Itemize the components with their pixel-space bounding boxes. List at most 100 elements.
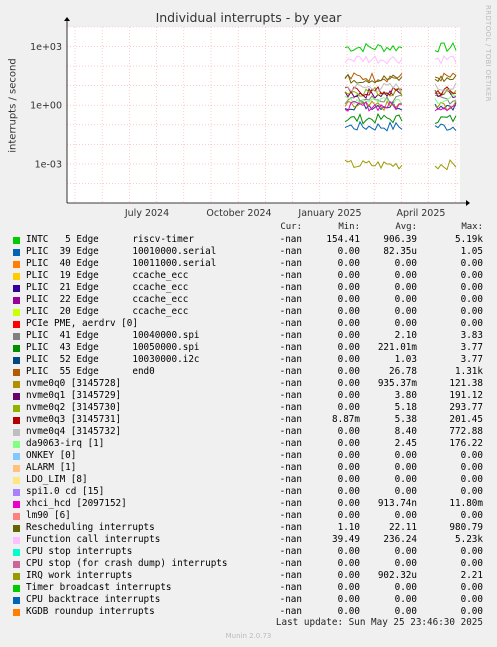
legend-name: PLIC 39 Edge 10010000.serial	[26, 246, 217, 257]
legend-swatch	[13, 429, 20, 436]
legend-swatch	[13, 369, 20, 376]
legend-cur: -nan	[279, 486, 302, 497]
legend-row: ALARM [1] -nan 0.00 0.00 0.00	[0, 462, 497, 474]
legend-min: 0.00	[337, 306, 360, 317]
legend-avg: 8.40	[394, 426, 417, 437]
legend-cur: -nan	[279, 402, 302, 413]
legend-min: 0.00	[337, 558, 360, 569]
legend-max: 2.21	[460, 570, 483, 581]
legend-max: 3.83	[460, 330, 483, 341]
legend-name: PLIC 41 Edge 10040000.spi	[26, 330, 200, 341]
legend-max: 0.00	[460, 462, 483, 473]
legend-avg: 0.00	[394, 558, 417, 569]
legend-row: Function call interrupts -nan 39.49 236.24 5…	[0, 534, 497, 546]
legend-swatch	[13, 345, 20, 352]
legend-row: PLIC 22 Edge ccache_ecc -nan 0.00 0.00 0.00	[0, 294, 497, 306]
legend-swatch	[13, 549, 20, 556]
legend-name: IRQ work interrupts	[26, 570, 133, 581]
legend-max: 1.05	[460, 246, 483, 257]
legend-avg: 902.32u	[377, 570, 417, 581]
legend-swatch	[13, 537, 20, 544]
header-avg: Avg:	[395, 222, 417, 232]
legend-row: xhci_hcd [2097152] -nan 0.00 913.74n 11.80m	[0, 498, 497, 510]
legend-min: 0.00	[337, 438, 360, 449]
legend-cur: -nan	[279, 426, 302, 437]
legend-name: da9063-irq [1]	[26, 438, 105, 449]
legend-avg: 26.78	[389, 366, 417, 377]
x-tick-label: April 2025	[397, 208, 446, 219]
legend-cur: -nan	[279, 462, 302, 473]
legend-name: ONKEY [0]	[26, 450, 77, 461]
legend-min: 0.00	[337, 450, 360, 461]
legend-max: 0.00	[460, 486, 483, 497]
legend-min: 0.00	[337, 354, 360, 365]
legend-min: 0.00	[337, 258, 360, 269]
legend-min: 0.00	[337, 282, 360, 293]
legend-max: 0.00	[460, 510, 483, 521]
legend-max: 191.12	[449, 390, 483, 401]
legend-avg: 906.39	[383, 234, 417, 245]
legend-min: 0.00	[337, 462, 360, 473]
legend-swatch	[13, 273, 20, 280]
x-ticks: July 2024 October 2024 January 2025 April 2…	[124, 208, 446, 219]
legend-swatch	[13, 453, 20, 460]
legend-row: Rescheduling interrupts -nan 1.10 22.11 980.…	[0, 522, 497, 534]
legend-swatch	[13, 441, 20, 448]
legend-max: 0.00	[460, 294, 483, 305]
plot-area: 1e+03 1e+00 1e-03 July 2024 October 2024 Jan…	[30, 17, 470, 219]
legend-max: 1.31k	[455, 366, 483, 377]
legend-max: 980.79	[449, 522, 483, 533]
legend-cur: -nan	[279, 366, 302, 377]
legend-avg: 2.45	[394, 438, 417, 449]
legend-cur: -nan	[279, 546, 302, 557]
legend-max: 772.88	[449, 426, 483, 437]
legend-max: 11.80m	[449, 498, 483, 509]
legend-avg: 0.00	[394, 582, 417, 593]
legend-avg: 3.80	[394, 390, 417, 401]
legend-swatch	[13, 489, 20, 496]
legend-max: 201.45	[449, 414, 483, 425]
legend-name: INTC 5 Edge riscv-timer	[26, 234, 194, 245]
legend-min: 0.00	[337, 474, 360, 485]
legend-min: 0.00	[337, 318, 360, 329]
legend-swatch	[13, 333, 20, 340]
legend-swatch	[13, 561, 20, 568]
legend-cur: -nan	[279, 510, 302, 521]
legend-row: spi1.0 cd [15] -nan 0.00 0.00 0.00	[0, 486, 497, 498]
legend-avg: 0.00	[394, 510, 417, 521]
legend-cur: -nan	[279, 534, 302, 545]
legend-row: PLIC 41 Edge 10040000.spi -nan 0.00 2.10 3.8…	[0, 330, 497, 342]
legend-swatch	[13, 465, 20, 472]
legend-min: 0.00	[337, 330, 360, 341]
x-tick-label: January 2025	[297, 208, 361, 219]
legend-max: 0.00	[460, 474, 483, 485]
legend-name: LDO_LIM [8]	[26, 474, 88, 485]
legend-max: 5.19k	[455, 234, 483, 245]
legend-max: 121.38	[449, 378, 483, 389]
y-axis-arrow	[64, 17, 70, 21]
graph-frame: Individual interrupts - by year interrup…	[0, 0, 497, 647]
legend-min: 8.87m	[332, 414, 360, 425]
legend-max: 0.00	[460, 270, 483, 281]
legend-row: ONKEY [0] -nan 0.00 0.00 0.00	[0, 450, 497, 462]
legend-swatch	[13, 261, 20, 268]
legend-avg: 0.00	[394, 258, 417, 269]
legend-swatch	[13, 357, 20, 364]
legend-cur: -nan	[279, 414, 302, 425]
legend-cur: -nan	[279, 594, 302, 605]
legend-row: CPU stop (for crash dump) interrupts -nan…	[0, 558, 497, 570]
legend-avg: 221.01m	[377, 342, 417, 353]
legend-avg: 935.37m	[377, 378, 417, 389]
legend-max: 0.00	[460, 582, 483, 593]
legend-min: 0.00	[337, 246, 360, 257]
legend-row: nvme0q1 [3145729] -nan 0.00 3.80 191.12	[0, 390, 497, 402]
legend-name: lm90 [6]	[26, 510, 71, 521]
legend-min: 0.00	[337, 594, 360, 605]
legend-swatch	[13, 285, 20, 292]
legend-cur: -nan	[279, 342, 302, 353]
legend-row: lm90 [6] -nan 0.00 0.00 0.00	[0, 510, 497, 522]
legend-avg: 0.00	[394, 462, 417, 473]
legend-max: 0.00	[460, 558, 483, 569]
legend-max: 0.00	[460, 306, 483, 317]
legend-name: PLIC 22 Edge ccache_ecc	[26, 294, 189, 305]
